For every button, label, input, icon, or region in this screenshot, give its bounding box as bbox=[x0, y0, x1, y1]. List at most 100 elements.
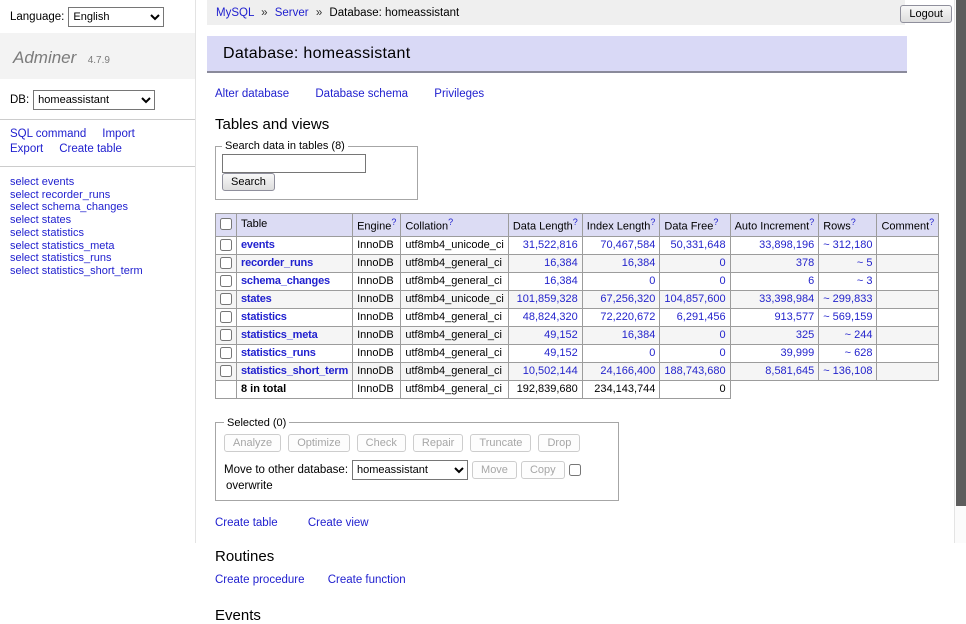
table-row: statistics_runs InnoDB utf8mb4_general_c… bbox=[216, 344, 939, 362]
collation-cell: utf8mb4_general_ci bbox=[401, 362, 508, 380]
db-label: DB: bbox=[10, 94, 29, 106]
repair-button[interactable]: Repair bbox=[413, 434, 463, 452]
help-link[interactable]: ? bbox=[809, 217, 814, 227]
auto-increment-cell: 378 bbox=[730, 254, 819, 272]
data-length-cell: 49,152 bbox=[508, 344, 582, 362]
sidebar-item-select-states[interactable]: select states bbox=[10, 214, 195, 227]
table-total-row: 8 in total InnoDB utf8mb4_general_ci 192… bbox=[216, 380, 939, 398]
truncate-button[interactable]: Truncate bbox=[470, 434, 531, 452]
select-all-checkbox[interactable] bbox=[220, 218, 232, 230]
search-fieldset: Search data in tables (8) Search bbox=[215, 140, 418, 200]
export-link[interactable]: Export bbox=[10, 143, 43, 155]
auto-increment-cell: 8,581,645 bbox=[730, 362, 819, 380]
create-table-link[interactable]: Create table bbox=[215, 517, 278, 529]
help-link[interactable]: ? bbox=[650, 217, 655, 227]
create-procedure-link[interactable]: Create procedure bbox=[215, 574, 305, 586]
total-label: 8 in total bbox=[237, 380, 353, 398]
help-link[interactable]: ? bbox=[851, 217, 856, 227]
optimize-button[interactable]: Optimize bbox=[288, 434, 349, 452]
db-select[interactable]: homeassistant bbox=[33, 90, 155, 110]
table-link-states[interactable]: states bbox=[241, 293, 272, 305]
move-button[interactable]: Move bbox=[472, 461, 517, 479]
import-link[interactable]: Import bbox=[102, 128, 135, 140]
logout-button[interactable]: Logout bbox=[900, 5, 952, 23]
database-schema-link[interactable]: Database schema bbox=[315, 88, 408, 100]
help-link[interactable]: ? bbox=[448, 217, 453, 227]
breadcrumb-mysql-link[interactable]: MySQL bbox=[216, 7, 254, 19]
privileges-link[interactable]: Privileges bbox=[434, 88, 484, 100]
row-checkbox[interactable] bbox=[220, 365, 232, 377]
engine-cell: InnoDB bbox=[353, 308, 401, 326]
rows-cell: ~ 628 bbox=[819, 344, 877, 362]
table-link-statistics[interactable]: statistics bbox=[241, 311, 287, 323]
analyze-button[interactable]: Analyze bbox=[224, 434, 281, 452]
app-name: Adminer bbox=[13, 48, 76, 67]
row-checkbox[interactable] bbox=[220, 347, 232, 359]
help-link[interactable]: ? bbox=[713, 217, 718, 227]
auto-increment-cell: 33,398,984 bbox=[730, 290, 819, 308]
tables-overview-table: Table Engine? Collation? Data Length? In… bbox=[215, 213, 939, 399]
row-checkbox[interactable] bbox=[220, 257, 232, 269]
table-link-statistics-meta[interactable]: statistics_meta bbox=[241, 329, 318, 341]
overwrite-label: overwrite bbox=[226, 480, 273, 492]
table-link-recorder-runs[interactable]: recorder_runs bbox=[241, 257, 313, 269]
sidebar: Language:English Adminer 4.7.9 DB:homeas… bbox=[0, 0, 196, 543]
copy-button[interactable]: Copy bbox=[521, 461, 565, 479]
create-view-link[interactable]: Create view bbox=[308, 517, 369, 529]
move-db-select[interactable]: homeassistant bbox=[352, 460, 468, 480]
drop-button[interactable]: Drop bbox=[538, 434, 580, 452]
selected-buttons-row: Analyze Optimize Check Repair Truncate D… bbox=[224, 434, 610, 452]
index-length-cell: 72,220,672 bbox=[582, 308, 660, 326]
row-checkbox[interactable] bbox=[220, 239, 232, 251]
help-link[interactable]: ? bbox=[929, 217, 934, 227]
column-header-rows: Rows? bbox=[819, 214, 877, 237]
column-header-table: Table bbox=[237, 214, 353, 237]
create-table-link-sidebar[interactable]: Create table bbox=[59, 143, 122, 155]
database-action-links: Alter database Database schema Privilege… bbox=[215, 88, 907, 100]
sidebar-item-select-events[interactable]: select events bbox=[10, 176, 195, 189]
column-header-auto-increment: Auto Increment? bbox=[730, 214, 819, 237]
sidebar-item-select-statistics[interactable]: select statistics bbox=[10, 227, 195, 240]
column-header-comment: Comment? bbox=[877, 214, 939, 237]
engine-cell: InnoDB bbox=[353, 290, 401, 308]
auto-increment-cell: 39,999 bbox=[730, 344, 819, 362]
help-link[interactable]: ? bbox=[391, 217, 396, 227]
rows-cell: ~ 244 bbox=[819, 326, 877, 344]
collation-cell: utf8mb4_general_ci bbox=[401, 326, 508, 344]
sql-command-link[interactable]: SQL command bbox=[10, 128, 86, 140]
table-row: recorder_runs InnoDB utf8mb4_general_ci … bbox=[216, 254, 939, 272]
help-link[interactable]: ? bbox=[573, 217, 578, 227]
table-link-events[interactable]: events bbox=[241, 239, 275, 251]
sidebar-item-select-recorder-runs[interactable]: select recorder_runs bbox=[10, 189, 195, 202]
create-function-link[interactable]: Create function bbox=[328, 574, 406, 586]
table-link-statistics-short-term[interactable]: statistics_short_term bbox=[241, 365, 348, 377]
search-input[interactable] bbox=[222, 154, 366, 173]
app-brand: Adminer 4.7.9 bbox=[0, 33, 195, 79]
data-length-cell: 10,502,144 bbox=[508, 362, 582, 380]
comment-cell bbox=[877, 344, 939, 362]
row-checkbox[interactable] bbox=[220, 329, 232, 341]
sidebar-item-select-statistics-short-term[interactable]: select statistics_short_term bbox=[10, 265, 195, 278]
alter-database-link[interactable]: Alter database bbox=[215, 88, 289, 100]
row-checkbox[interactable] bbox=[220, 311, 232, 323]
search-legend: Search data in tables (8) bbox=[222, 140, 348, 152]
vertical-scrollbar[interactable] bbox=[954, 0, 966, 543]
sidebar-item-select-schema-changes[interactable]: select schema_changes bbox=[10, 201, 195, 214]
table-row: statistics_short_term InnoDB utf8mb4_gen… bbox=[216, 362, 939, 380]
overwrite-checkbox[interactable] bbox=[569, 464, 581, 476]
row-checkbox[interactable] bbox=[220, 293, 232, 305]
check-button[interactable]: Check bbox=[357, 434, 406, 452]
table-link-statistics-runs[interactable]: statistics_runs bbox=[241, 347, 316, 359]
language-select[interactable]: English bbox=[68, 7, 164, 27]
row-checkbox[interactable] bbox=[220, 275, 232, 287]
data-length-cell: 31,522,816 bbox=[508, 236, 582, 254]
sidebar-table-list: select events select recorder_runs selec… bbox=[0, 167, 195, 278]
sidebar-item-select-statistics-meta[interactable]: select statistics_meta bbox=[10, 240, 195, 253]
breadcrumb-server-link[interactable]: Server bbox=[275, 7, 309, 19]
scrollbar-thumb[interactable] bbox=[956, 0, 966, 506]
search-button[interactable]: Search bbox=[222, 173, 275, 191]
breadcrumb-separator: » bbox=[316, 7, 322, 19]
table-row: schema_changes InnoDB utf8mb4_general_ci… bbox=[216, 272, 939, 290]
table-link-schema-changes[interactable]: schema_changes bbox=[241, 275, 330, 287]
sidebar-item-select-statistics-runs[interactable]: select statistics_runs bbox=[10, 252, 195, 265]
